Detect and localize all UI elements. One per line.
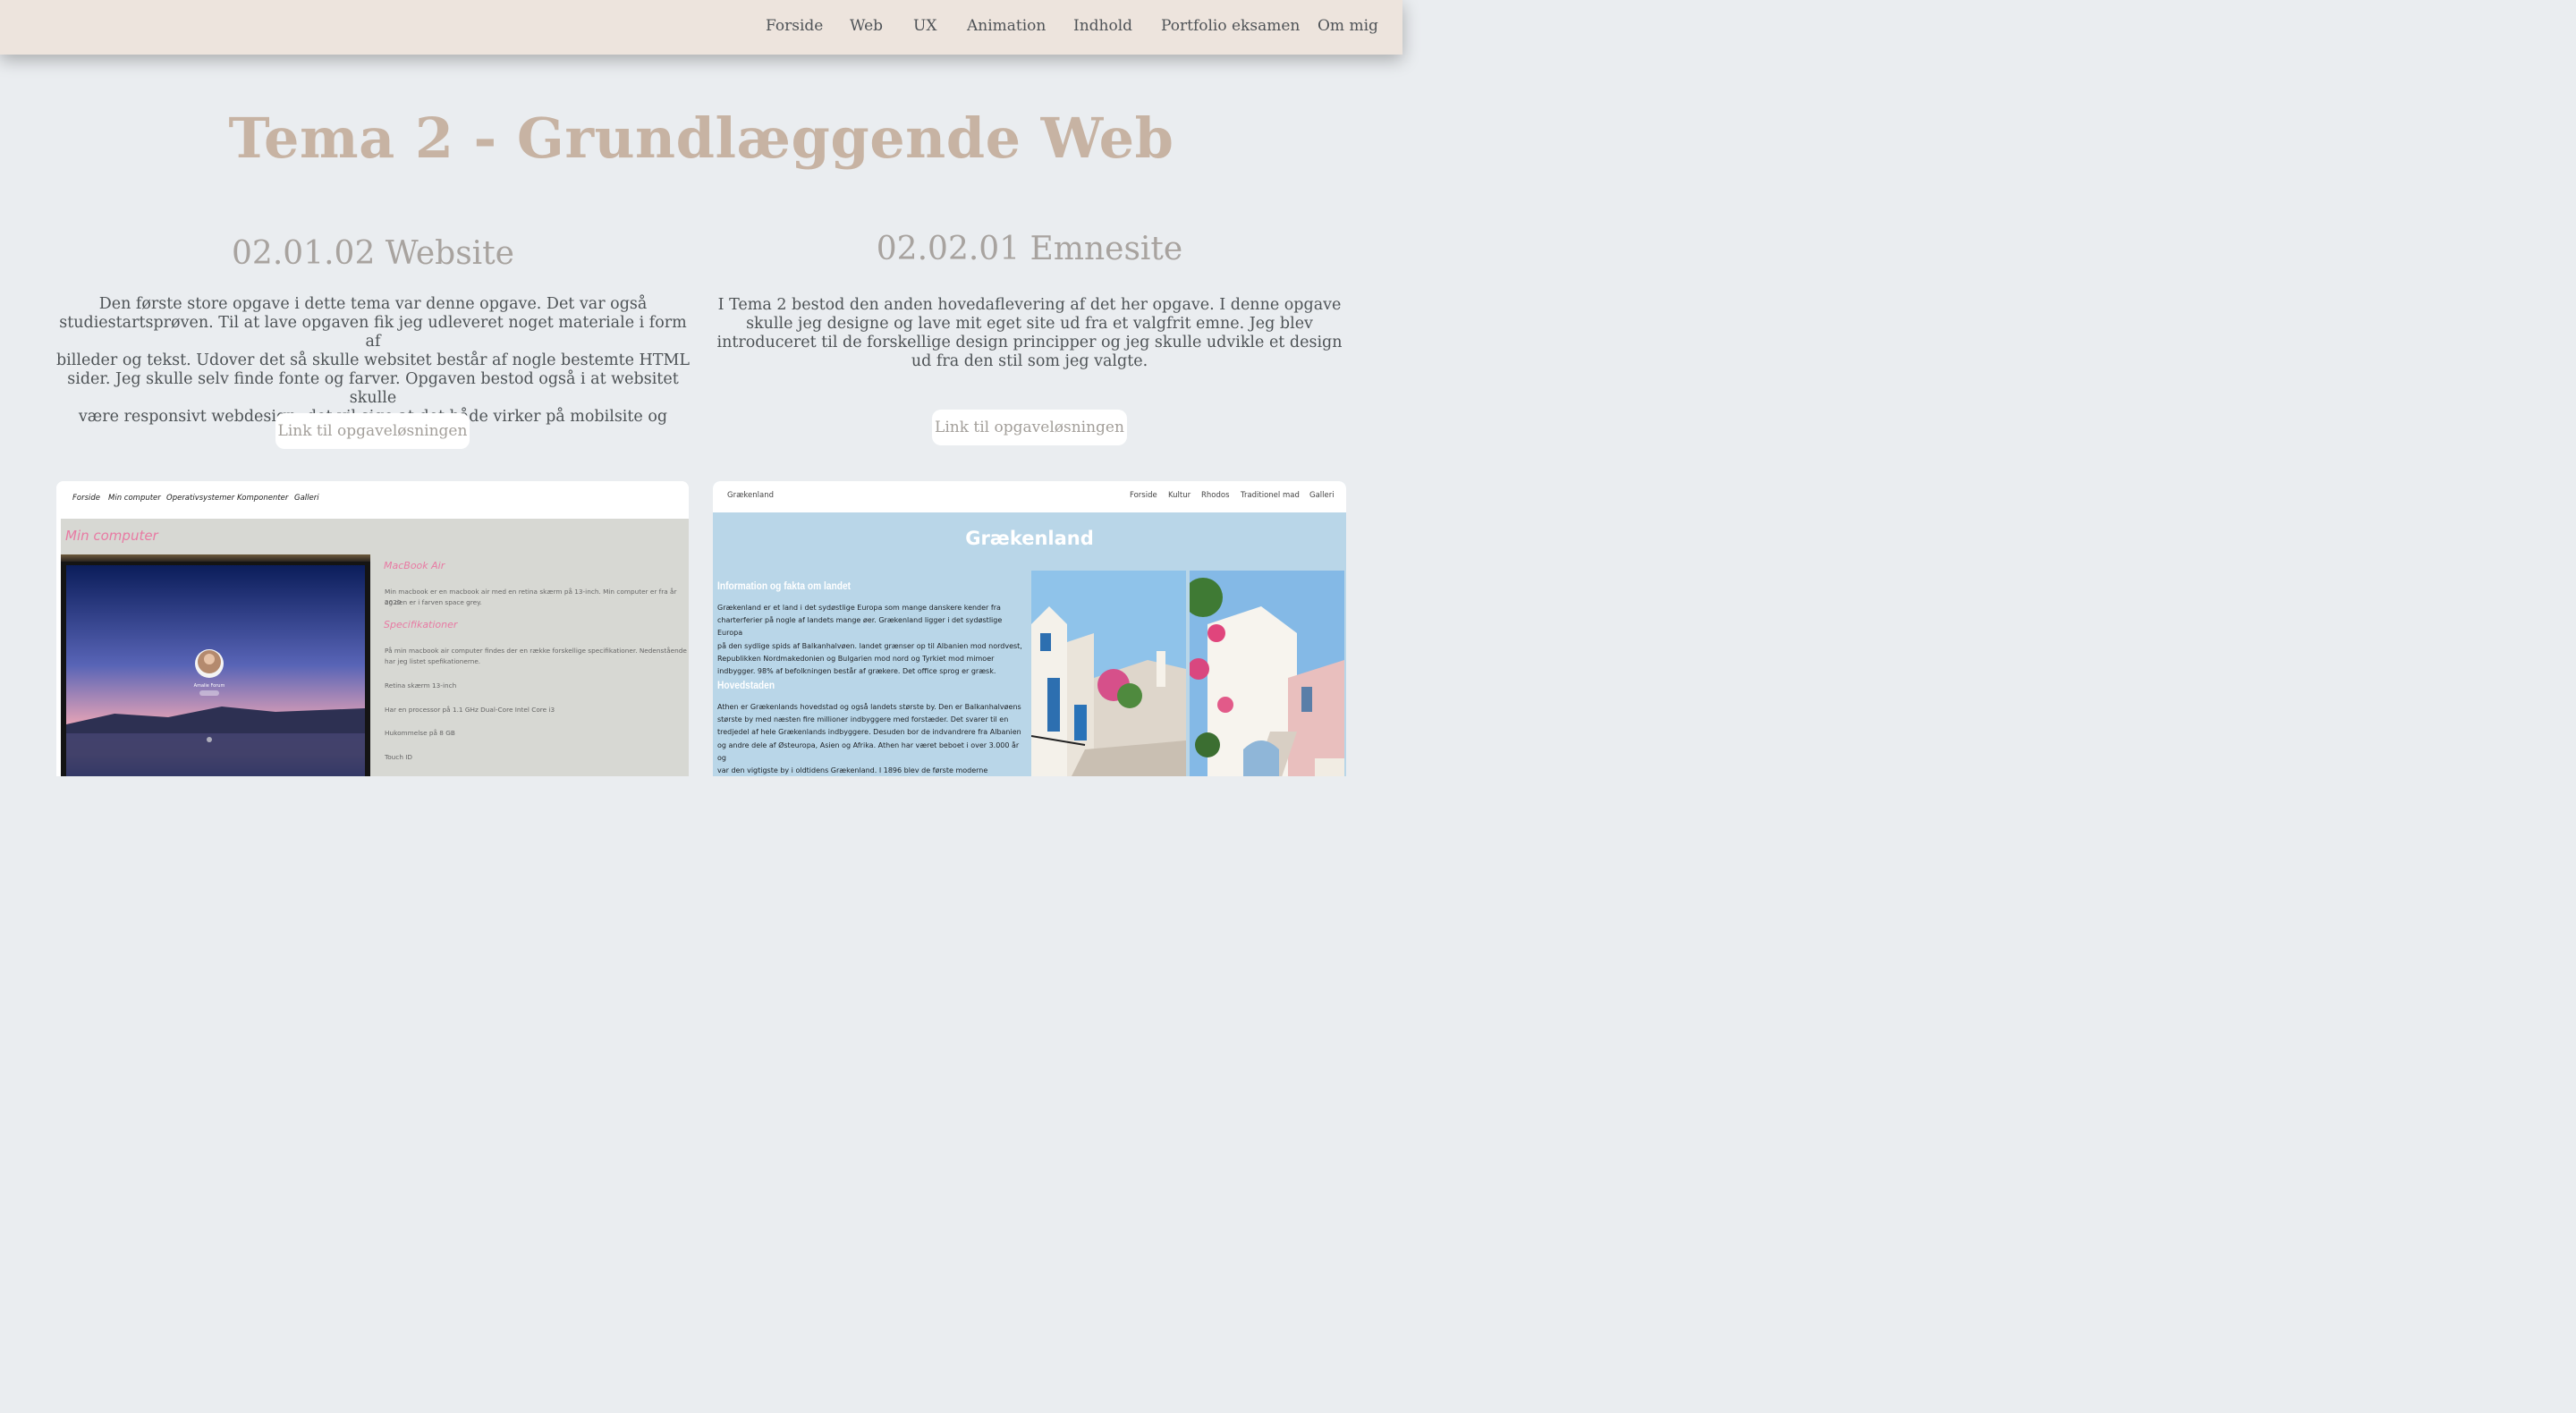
desc-line: skulle jeg designe og lave mit eget site… <box>746 315 1313 333</box>
info-line: på den sydlige spids af Balkanhalvøen. l… <box>717 641 1022 650</box>
top-navbar: Forside Web UX Animation Indhold Portfol… <box>0 0 1402 55</box>
shot-nav-item: Galleri <box>1309 491 1335 500</box>
capital-heading: Hovedstaden <box>717 679 775 691</box>
screen-username: Amalie Forum <box>194 683 225 689</box>
website-solution-link[interactable]: Link til opgaveløsningen <box>275 413 470 449</box>
nav-ux[interactable]: UX <box>913 17 936 35</box>
laptop-photo: Amalie Forum <box>61 554 370 776</box>
info-line: Grækenland er et land i det sydøstlige E… <box>717 604 1001 612</box>
spec-item: Har en processor på 1.1 GHz Dual-Core In… <box>385 706 555 714</box>
info-line: indbygger. 98% af befolkningen består af… <box>717 667 996 676</box>
nav-om-mig[interactable]: Om mig <box>1318 17 1378 35</box>
shot-title: Min computer <box>65 528 158 544</box>
emnesite-screenshot[interactable]: Grækenland Forside Kultur Rhodos Traditi… <box>713 481 1346 776</box>
info-line: charterferier på nogle af landets mange … <box>717 616 1003 638</box>
desc-line: Den første store opgave i dette tema var… <box>98 295 648 313</box>
spec-line: På min macbook air computer findes der e… <box>385 647 687 655</box>
nav-portfolio-eksamen[interactable]: Portfolio eksamen <box>1161 17 1300 35</box>
info-line: Republikken Nordmakedonien og Bulgarien … <box>717 654 995 663</box>
desc-line: sider. Jeg skulle selv finde fonte og fa… <box>67 370 679 407</box>
spec-item: Hukommelse på 8 GB <box>385 729 455 737</box>
emnesite-solution-link[interactable]: Link til opgaveløsningen <box>932 410 1127 445</box>
spec-item: Retina skærm 13-inch <box>385 681 457 690</box>
nav-indhold[interactable]: Indhold <box>1073 17 1132 35</box>
desc-line: ud fra den stil som jeg valgte. <box>911 352 1148 370</box>
spec-item: Touch ID <box>385 753 413 761</box>
shot-nav-item: Kultur <box>1168 491 1191 500</box>
shot-nav-item: Traditionel mad <box>1241 491 1300 500</box>
shot-nav-item: Operativsystemer <box>166 494 235 503</box>
spec-line: har jeg listet spefikationerne. <box>385 657 481 665</box>
shot-brand: Grækenland <box>727 491 775 500</box>
macbook-heading: MacBook Air <box>384 560 445 571</box>
emnesite-heading: 02.02.01 Emnesite <box>876 231 1183 267</box>
website-heading: 02.01.02 Website <box>232 235 514 272</box>
street-photo <box>1031 571 1186 776</box>
capital-line: var den vigtigste by i oldtidens Grækenl… <box>717 766 988 775</box>
shot-title: Grækenland <box>965 528 1094 549</box>
capital-line: tredjedel af hele Grækenlands indbyggere… <box>717 728 1021 737</box>
nav-web[interactable]: Web <box>850 17 883 35</box>
desc-line: I Tema 2 bestod den anden hovedafleverin… <box>717 296 1342 314</box>
capital-line: største by med næsten fire millioner ind… <box>717 715 1009 724</box>
shot-nav-item: Forside <box>72 494 100 503</box>
nav-forside[interactable]: Forside <box>766 17 823 35</box>
emnesite-section: 02.02.01 Emnesite <box>711 231 1348 267</box>
info-text: Grækenland er et land i det sydøstlige E… <box>717 602 1026 678</box>
shot-nav-item: Forside <box>1130 491 1157 500</box>
capital-text: Athen er Grækenlands hovedstad og også l… <box>717 701 1026 776</box>
capital-line: Athen er Grækenlands hovedstad og også l… <box>717 703 1021 711</box>
desc-line: studiestartsprøven. Til at lave opgaven … <box>59 314 687 351</box>
desc-line: introduceret til de forskellige design p… <box>716 334 1343 351</box>
website-section: 02.01.02 Website <box>54 235 692 272</box>
macbook-line: og den er i farven space grey. <box>385 598 482 606</box>
spec-heading: Specifikationer <box>384 619 458 630</box>
desc-line: billeder og tekst. Udover det så skulle … <box>55 351 690 369</box>
nav-animation[interactable]: Animation <box>967 17 1046 35</box>
shot-nav-item: Galleri <box>294 494 319 503</box>
screenshot-navbar: Grækenland Forside Kultur Rhodos Traditi… <box>713 481 1346 512</box>
stairs-photo <box>1190 571 1344 776</box>
info-heading: Information og fakta om landet <box>717 580 852 592</box>
capital-line: og andre dele af Østeuropa, Asien og Afr… <box>717 740 1020 762</box>
screenshot-navbar: Forside Min computer Operativsystemer Ko… <box>56 481 689 519</box>
shot-nav-item: Rhodos <box>1201 491 1230 500</box>
website-screenshot[interactable]: Forside Min computer Operativsystemer Ko… <box>56 481 689 776</box>
page-title: Tema 2 - Grundlæggende Web <box>228 106 1174 171</box>
screenshot-body: Min computer Amalie Forum MacBook Air Mi… <box>61 519 689 776</box>
emnesite-description: I Tema 2 bestod den anden hovedafleverin… <box>711 296 1348 371</box>
shot-nav-item: Min computer <box>108 494 161 503</box>
shot-nav-item: Komponenter <box>237 494 289 503</box>
